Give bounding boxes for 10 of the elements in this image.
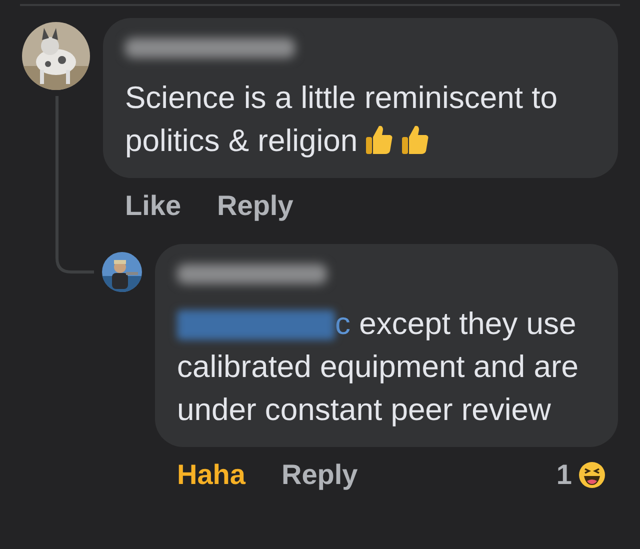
thumbs-up-icon xyxy=(364,123,394,155)
thumbs-up-icon xyxy=(400,123,430,155)
comment-text: c except they use calibrated equipment and are under constant peer review xyxy=(177,305,580,429)
reply-button[interactable]: Reply xyxy=(281,459,358,491)
comment-text: Science is a little reminiscent to politics & religion xyxy=(125,79,558,160)
laughing-emoji-icon xyxy=(578,461,606,489)
reaction-button[interactable]: Like xyxy=(125,190,182,222)
reaction-button[interactable]: Haha xyxy=(177,459,246,491)
reply-button[interactable]: Reply xyxy=(217,190,294,222)
reaction-count: 1 xyxy=(556,459,572,491)
